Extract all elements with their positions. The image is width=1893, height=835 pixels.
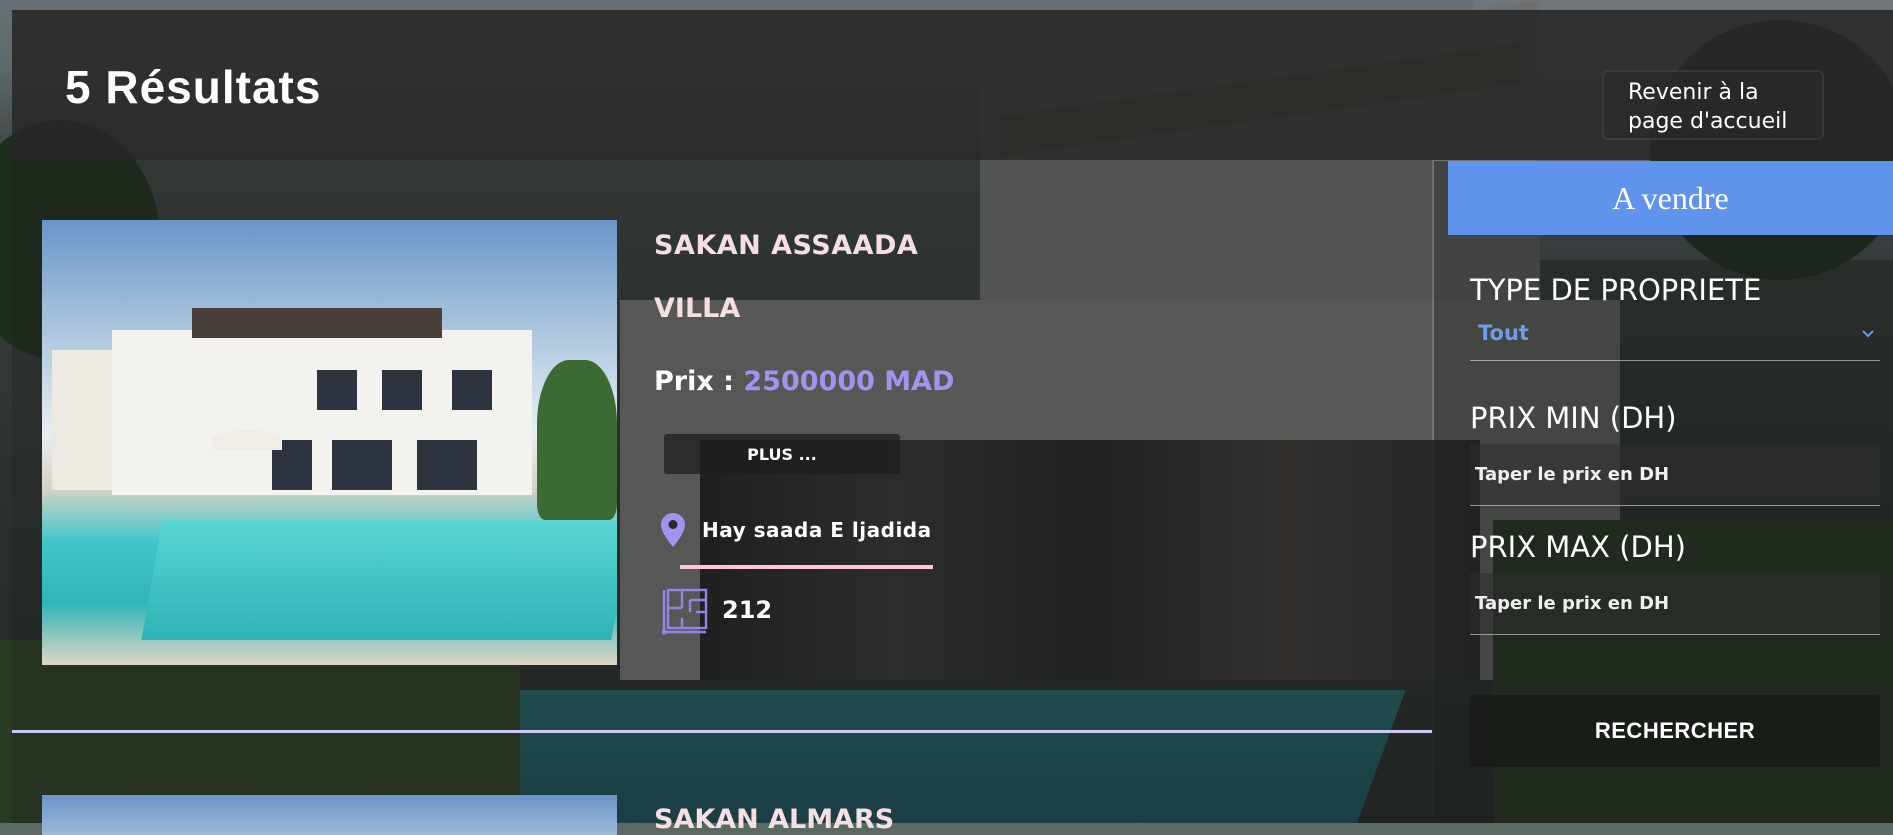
listing-name: SAKAN ALMARS — [654, 804, 895, 835]
area-value: 212 — [722, 596, 773, 624]
results-list: SAKAN ASSAADA VILLA Prix : 2500000 MAD P… — [12, 160, 1432, 835]
map-pin-icon — [661, 513, 685, 547]
results-header: 5 Résultats Revenir à la page d'accueil — [12, 10, 1893, 160]
photo-palm — [537, 360, 617, 520]
max-price-label: PRIX MAX (DH) — [1470, 530, 1686, 564]
listing-card: SAKAN ASSAADA VILLA Prix : 2500000 MAD P… — [12, 160, 1432, 730]
filter-panel: A vendre TYPE DE PROPRIETE Tout PRIX MIN… — [1434, 161, 1893, 823]
photo-window — [417, 440, 477, 490]
min-price-label: PRIX MIN (DH) — [1470, 401, 1677, 435]
photo-window — [452, 370, 492, 410]
photo-window — [382, 370, 422, 410]
price-label: Prix : — [654, 366, 734, 397]
photo-pool — [141, 520, 617, 640]
location-underline — [680, 565, 933, 569]
property-type-select[interactable]: Tout — [1470, 313, 1880, 361]
floor-plan-icon — [662, 588, 708, 635]
property-type-value: Tout — [1478, 321, 1529, 345]
chevron-down-icon — [1862, 330, 1874, 338]
property-type-label: TYPE DE PROPRIETE — [1470, 273, 1762, 307]
listing-name: SAKAN ASSAADA — [654, 230, 919, 261]
page-title: 5 Résultats — [65, 61, 322, 113]
photo-window — [332, 440, 392, 490]
listing-photo[interactable] — [42, 795, 617, 835]
listing-price: Prix : 2500000 MAD — [654, 366, 954, 397]
search-button[interactable]: RECHERCHER — [1470, 695, 1880, 767]
max-price-input[interactable] — [1470, 573, 1880, 635]
filter-heading: A vendre — [1448, 161, 1893, 235]
more-details-button[interactable]: PLUS ... — [664, 434, 900, 474]
listing-location: Hay saada E ljadida — [660, 512, 950, 558]
location-text: Hay saada E ljadida — [702, 518, 932, 542]
photo-villa-roof — [192, 308, 442, 338]
min-price-input[interactable] — [1470, 444, 1880, 506]
listing-photo[interactable] — [42, 220, 617, 665]
price-value: 2500000 MAD — [743, 366, 955, 397]
listing-type: VILLA — [654, 293, 741, 324]
card-divider — [12, 730, 1432, 733]
photo-window — [317, 370, 357, 410]
back-to-home-button[interactable]: Revenir à la page d'accueil — [1602, 70, 1824, 140]
photo-umbrella — [212, 430, 282, 450]
